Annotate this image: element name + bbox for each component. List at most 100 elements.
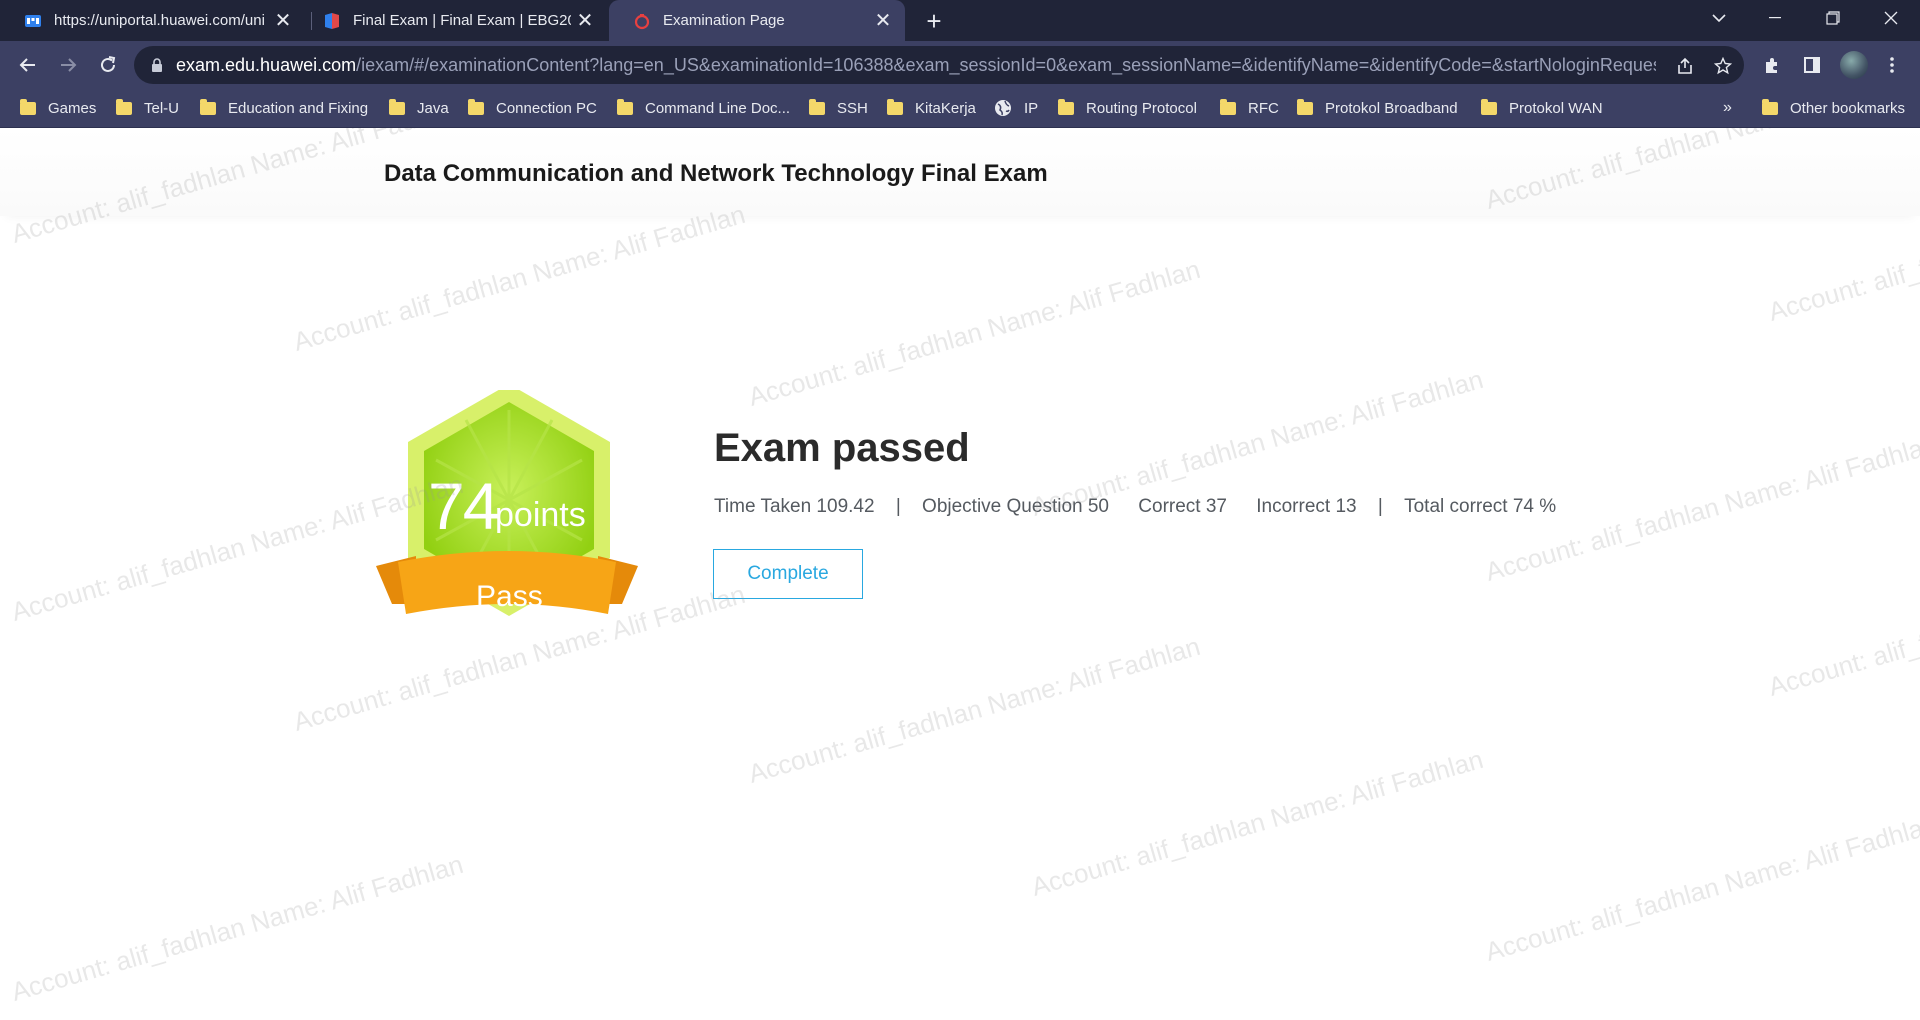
- bookmark-label: Education and Fixing: [228, 99, 369, 117]
- browser-menu-icon[interactable]: [1880, 53, 1904, 77]
- folder-icon: [389, 98, 405, 115]
- time-taken: Time Taken 109.42: [714, 496, 875, 517]
- tab-title: Examination Page: [663, 12, 785, 29]
- folder-icon: [1220, 98, 1236, 115]
- objective-questions: Objective Question 50: [922, 496, 1109, 517]
- correct-count: Correct 37: [1138, 496, 1227, 517]
- exam-result-page: Data Communication and Network Technolog…: [0, 128, 1920, 1020]
- watermark: Account: alif_fadhlan Name: Alif Fadhlan: [745, 630, 1204, 789]
- watermark: Account: alif_fadhlan Name: Alif Fadhlan: [1765, 544, 1920, 702]
- bookmark-protokol-broadband[interactable]: Protokol Broadband: [1297, 89, 1458, 127]
- bookmark-rfc[interactable]: RFC: [1220, 89, 1279, 127]
- folder-icon: [617, 98, 633, 115]
- browser-toolbar: exam.edu.huawei.com/iexam/#/examinationC…: [0, 41, 1920, 89]
- badge-score: 74: [428, 469, 499, 543]
- bookmark-connection-pc[interactable]: Connection PC: [468, 89, 597, 127]
- watermark: Account: alif_fadhlan Name: Alif Fadhlan: [745, 253, 1204, 412]
- globe-icon: [995, 100, 1011, 116]
- folder-icon: [1481, 98, 1497, 115]
- bookmark-kitakerja[interactable]: KitaKerja: [887, 89, 976, 127]
- bookmark-label: Connection PC: [496, 99, 597, 117]
- bookmark-label: Java: [417, 99, 449, 117]
- tab-strip: https://uniportal.huawei.com/uni ✕ Final…: [0, 0, 1920, 41]
- final-exam-favicon-icon: [325, 12, 339, 29]
- bookmark-java[interactable]: Java: [389, 89, 449, 127]
- reload-button[interactable]: [92, 49, 124, 81]
- tab-title: https://uniportal.huawei.com/uni: [54, 12, 265, 29]
- folder-icon: [200, 98, 216, 115]
- bookmark-tel-u[interactable]: Tel-U: [116, 89, 179, 127]
- tab-title: Final Exam | Final Exam | EBG202: [353, 12, 571, 29]
- minimize-button[interactable]: [1752, 0, 1798, 36]
- bookmark-games[interactable]: Games: [20, 89, 96, 127]
- bookmark-routing-protocol[interactable]: Routing Protocol: [1058, 89, 1197, 127]
- restore-button[interactable]: [1810, 0, 1856, 36]
- folder-icon: [1058, 98, 1074, 115]
- bookmarks-bar: Games Tel-U Education and Fixing Java Co…: [0, 89, 1920, 128]
- bookmark-label: Command Line Doc...: [645, 99, 791, 117]
- page-title: Data Communication and Network Technolog…: [384, 160, 1048, 187]
- bookmark-protokol-wan[interactable]: Protokol WAN: [1481, 89, 1603, 127]
- back-button[interactable]: [12, 49, 44, 81]
- bookmark-label: RFC: [1248, 99, 1279, 117]
- close-window-button[interactable]: [1868, 0, 1914, 36]
- forward-button[interactable]: [52, 49, 84, 81]
- url-path: /iexam/#/examinationContent?lang=en_US&e…: [356, 54, 1656, 75]
- close-tab-icon[interactable]: ✕: [869, 7, 897, 35]
- folder-icon: [116, 98, 132, 115]
- bookmark-label: Protokol WAN: [1509, 99, 1603, 117]
- tab-examination-page[interactable]: Examination Page ✕: [609, 0, 905, 41]
- bookmarks-overflow-button[interactable]: »: [1723, 89, 1732, 127]
- bookmark-label: KitaKerja: [915, 99, 976, 117]
- close-tab-icon[interactable]: ✕: [571, 7, 599, 35]
- result-stats: Time Taken 109.42 | Objective Question 5…: [714, 496, 1556, 518]
- extensions-puzzle-icon[interactable]: [1760, 53, 1784, 77]
- bookmark-star-icon[interactable]: [1712, 55, 1734, 77]
- bookmark-label: Tel-U: [144, 99, 180, 117]
- stats-separator: |: [895, 496, 901, 517]
- bookmark-ip[interactable]: IP: [994, 89, 1038, 127]
- bookmark-label: Other bookmarks: [1790, 99, 1906, 117]
- folder-icon: [20, 98, 36, 115]
- url-host: exam.edu.huawei.com: [176, 54, 357, 75]
- watermark: Account: alif_fadhlan Name: Alif Fadhlan: [1028, 743, 1487, 902]
- bookmark-label: Games: [48, 99, 97, 117]
- tab-final-exam[interactable]: Final Exam | Final Exam | EBG202 ✕: [311, 0, 607, 41]
- result-title: Exam passed: [714, 426, 970, 470]
- folder-icon: [1762, 98, 1778, 115]
- address-bar[interactable]: exam.edu.huawei.com/iexam/#/examinationC…: [134, 46, 1744, 84]
- lock-icon: [152, 58, 162, 72]
- complete-button[interactable]: Complete: [713, 549, 863, 599]
- bookmark-label: SSH: [837, 99, 868, 117]
- bookmark-label: Protokol Broadband: [1325, 99, 1458, 117]
- watermark: Account: alif_fadhlan Name: Alif Fadhlan: [1482, 808, 1920, 967]
- stats-separator: |: [1377, 496, 1383, 517]
- bookmark-label: IP: [1024, 99, 1039, 117]
- tab-uniportal[interactable]: https://uniportal.huawei.com/uni ✕: [0, 0, 305, 41]
- other-bookmarks[interactable]: Other bookmarks: [1762, 89, 1905, 127]
- tab-search-chevron-icon[interactable]: [1696, 0, 1742, 36]
- bookmark-label: Routing Protocol: [1086, 99, 1197, 117]
- folder-icon: [887, 98, 903, 115]
- new-tab-button[interactable]: +: [918, 5, 950, 37]
- folder-icon: [809, 98, 825, 115]
- url-text[interactable]: exam.edu.huawei.com/iexam/#/examinationC…: [176, 55, 1656, 76]
- uniportal-favicon-icon: [25, 14, 41, 27]
- share-icon[interactable]: [1674, 55, 1696, 77]
- bookmark-ssh[interactable]: SSH: [809, 89, 868, 127]
- close-tab-icon[interactable]: ✕: [269, 7, 297, 35]
- badge-unit: points: [495, 496, 586, 534]
- incorrect-count: Incorrect 13: [1256, 496, 1357, 517]
- side-panel-icon[interactable]: [1800, 53, 1824, 77]
- folder-icon: [1297, 98, 1313, 115]
- total-correct: Total correct 74 %: [1404, 496, 1557, 517]
- profile-avatar[interactable]: [1840, 51, 1868, 79]
- watermark: Account: alif_fadhlan Name: Alif Fadhlan: [290, 198, 749, 357]
- badge-status: Pass: [476, 580, 543, 613]
- folder-icon: [468, 98, 484, 115]
- page-header: Data Communication and Network Technolog…: [0, 128, 1920, 216]
- bookmark-education[interactable]: Education and Fixing: [200, 89, 368, 127]
- bookmark-command-line[interactable]: Command Line Doc...: [617, 89, 790, 127]
- watermark: Account: alif_fadhlan Name: Alif Fadhlan: [8, 848, 467, 1007]
- examination-favicon-icon: [634, 13, 650, 29]
